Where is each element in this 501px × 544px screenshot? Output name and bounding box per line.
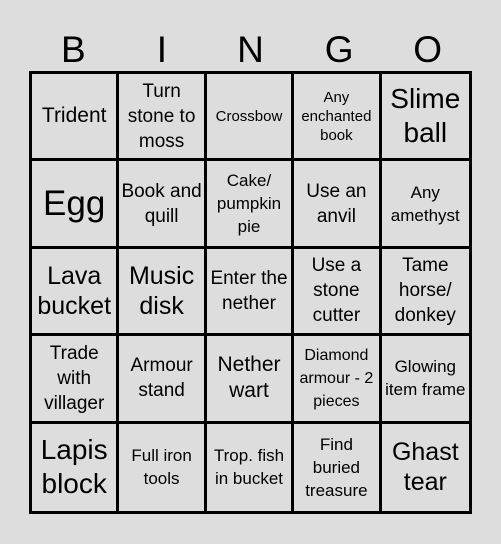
cell-label: Diamond armour - 2 pieces	[299, 346, 374, 410]
bingo-cell[interactable]: Cake/ pumpkin pie	[206, 161, 295, 249]
bingo-cell[interactable]: Use a stone cutter	[294, 248, 382, 337]
bingo-cell[interactable]: Nether wart	[206, 336, 295, 424]
cell-label: Ghast tear	[391, 438, 459, 497]
bingo-cell[interactable]: Turn stone to moss	[119, 74, 207, 162]
bingo-cell[interactable]: Ghast tear	[381, 423, 469, 511]
cell-label: Enter the nether	[210, 267, 288, 314]
bingo-board: Trident Turn stone to moss Crossbow Any …	[29, 71, 472, 514]
cell-label: Any enchanted book	[301, 88, 372, 144]
bingo-cell[interactable]: Egg	[32, 161, 120, 249]
bingo-cell[interactable]: Enter the nether	[206, 248, 295, 337]
cell-label: Armour stand	[130, 355, 193, 402]
header-letter-i: I	[156, 29, 168, 70]
header-letter-n: N	[237, 29, 264, 70]
bingo-cell[interactable]: Lapis block	[32, 423, 120, 511]
cell-label: Use an anvil	[306, 180, 367, 227]
bingo-cell[interactable]: Armour stand	[119, 336, 207, 424]
bingo-cell[interactable]: Trident	[32, 74, 120, 162]
cell-label: Find buried treasure	[305, 434, 368, 500]
bingo-cell[interactable]: Trade with villager	[32, 336, 120, 424]
bingo-header: B I N G O	[29, 30, 472, 70]
bingo-cell[interactable]: Any enchanted book	[294, 74, 382, 162]
cell-label: Tame horse/ donkey	[394, 255, 456, 327]
bingo-cell[interactable]: Use an anvil	[294, 161, 382, 249]
bingo-cell[interactable]: Trop. fish in bucket	[206, 423, 295, 511]
bingo-cell[interactable]: Full iron tools	[119, 423, 207, 511]
bingo-cell[interactable]: Any amethyst	[381, 161, 469, 249]
cell-label: Cake/ pumpkin pie	[216, 171, 282, 237]
bingo-cell[interactable]: Crossbow	[206, 74, 295, 162]
cell-label: Lava bucket	[37, 261, 112, 320]
cell-label: Glowing item frame	[385, 357, 466, 400]
cell-label: Trade with villager	[44, 342, 105, 414]
cell-label: Turn stone to moss	[127, 80, 196, 152]
cell-label: Use a stone cutter	[311, 255, 362, 327]
cell-label: Full iron tools	[131, 446, 192, 489]
cell-label: Nether wart	[217, 353, 281, 403]
cell-label: Crossbow	[215, 107, 283, 125]
bingo-cell[interactable]: Slime ball	[381, 74, 469, 162]
cell-label: Any amethyst	[390, 182, 460, 225]
bingo-cell[interactable]: Tame horse/ donkey	[381, 248, 469, 337]
cell-label: Book and quill	[121, 180, 202, 227]
cell-label: Trop. fish in bucket	[213, 446, 285, 489]
bingo-cell[interactable]: Music disk	[119, 248, 207, 337]
bingo-cell[interactable]: Find buried treasure	[294, 423, 382, 511]
header-letter-g: G	[324, 29, 354, 70]
header-letter-o: O	[413, 29, 443, 70]
cell-label: Egg	[43, 183, 106, 223]
cell-label: Trident	[41, 104, 107, 128]
cell-label: Slime ball	[390, 83, 461, 149]
bingo-cell[interactable]: Glowing item frame	[381, 336, 469, 424]
cell-label: Music disk	[128, 261, 195, 320]
bingo-cell[interactable]: Diamond armour - 2 pieces	[294, 336, 382, 424]
bingo-cell[interactable]: Lava bucket	[32, 248, 120, 337]
bingo-cell[interactable]: Book and quill	[119, 161, 207, 249]
header-letter-b: B	[60, 29, 86, 70]
cell-label: Lapis block	[40, 434, 108, 500]
